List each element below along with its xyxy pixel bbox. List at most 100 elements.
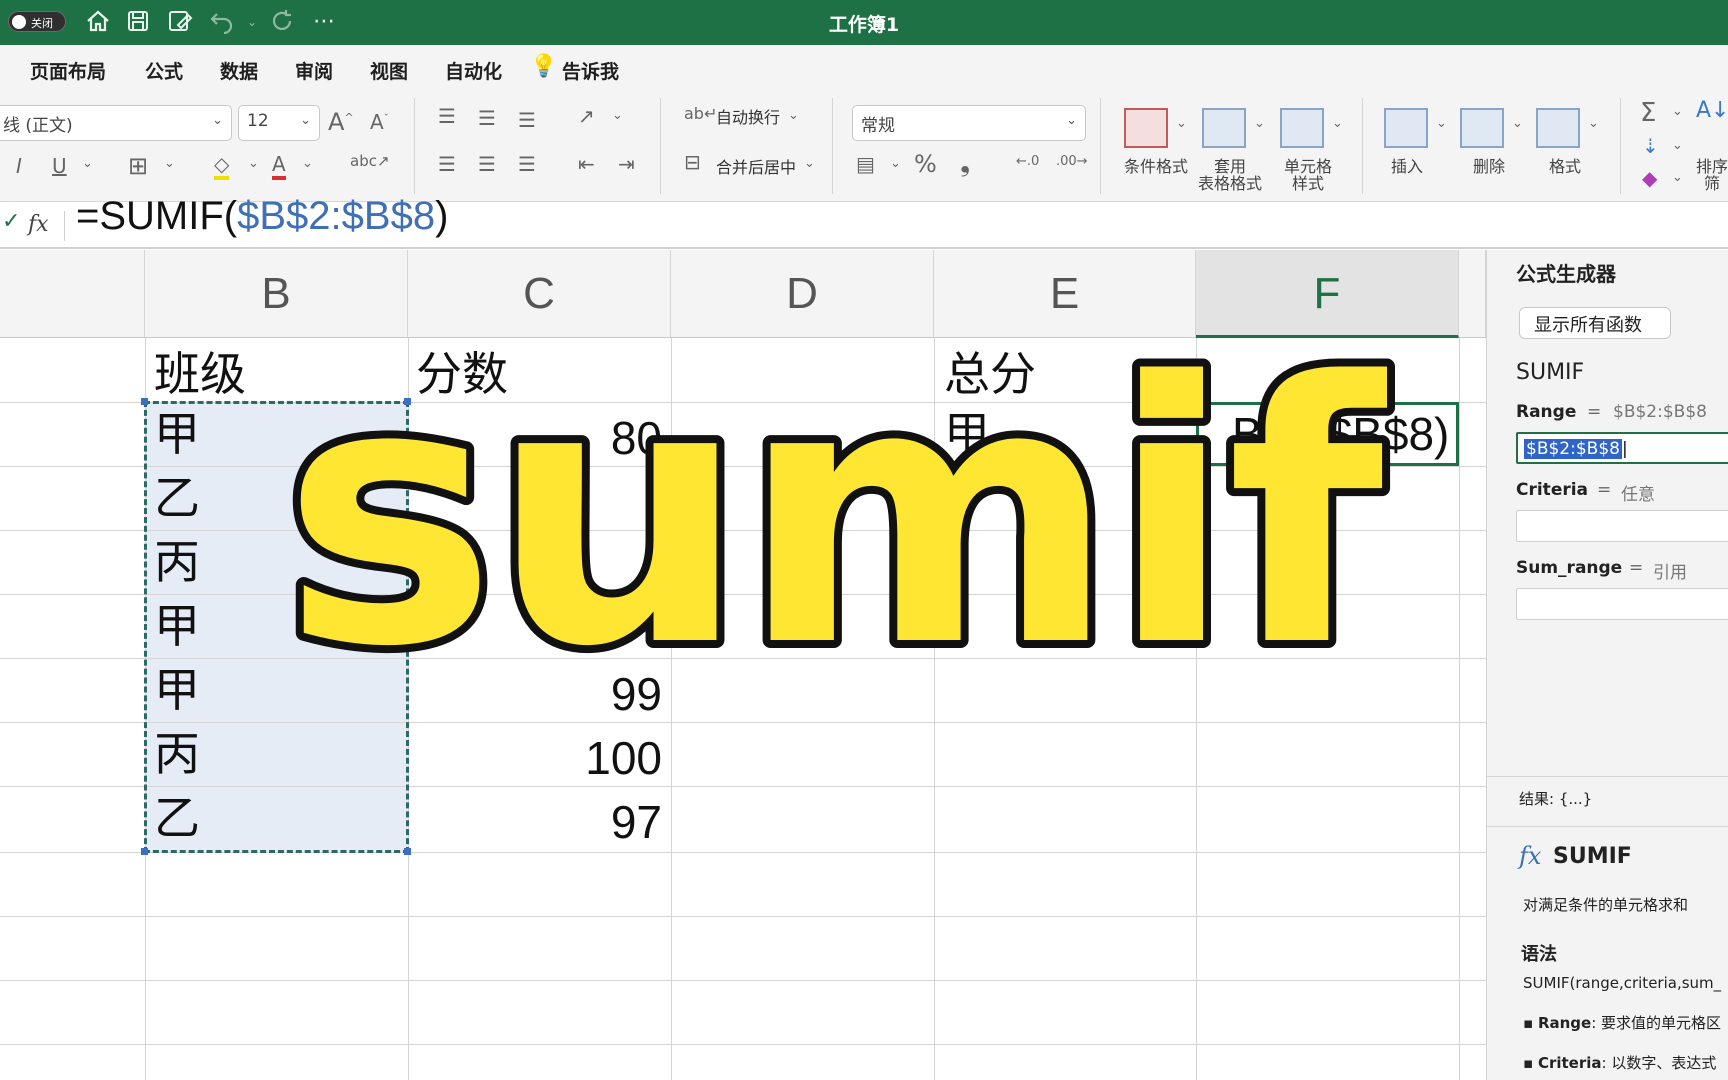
fx-icon[interactable]: fx — [28, 212, 49, 237]
active-cell-f2[interactable] — [1196, 402, 1459, 466]
cell-c6[interactable]: 99 — [410, 662, 662, 726]
insert-button[interactable]: 插入 — [1376, 158, 1438, 175]
chevron-down-icon[interactable]: ⌄ — [804, 156, 815, 171]
align-top-icon[interactable]: ☰ — [438, 104, 456, 128]
percent-icon[interactable]: % — [914, 150, 937, 178]
tab-formulas[interactable]: 公式 — [145, 57, 183, 84]
range-input[interactable]: $B$2:$B$8 | — [1516, 432, 1728, 464]
show-all-functions-button[interactable]: 显示所有函数 — [1519, 307, 1671, 339]
fill-color-icon[interactable]: ◇ — [214, 152, 230, 180]
insert-icon[interactable] — [1384, 108, 1428, 148]
clear-icon[interactable]: ◆ — [1642, 166, 1657, 190]
cell-c3[interactable] — [410, 466, 662, 530]
tab-view[interactable]: 视图 — [370, 57, 408, 84]
cell-style-icon[interactable] — [1280, 108, 1324, 148]
font-name-select[interactable]: 线 (正文) ⌄ — [0, 105, 232, 141]
text-direction-icon[interactable]: abc↗ — [350, 152, 390, 170]
comma-icon[interactable]: ❟ — [960, 148, 970, 179]
format-icon[interactable] — [1536, 108, 1580, 148]
chevron-down-icon[interactable]: ⌄ — [1672, 138, 1683, 153]
table-format-icon[interactable] — [1202, 108, 1246, 148]
selection-handle[interactable] — [141, 398, 148, 405]
delete-icon[interactable] — [1460, 108, 1504, 148]
selection-handle[interactable] — [404, 848, 411, 855]
increase-indent-icon[interactable]: ⇥ — [618, 152, 635, 176]
align-left-icon[interactable]: ☰ — [438, 152, 456, 176]
cell-c5[interactable] — [410, 594, 662, 658]
decrease-indent-icon[interactable]: ⇤ — [578, 152, 595, 176]
chevron-down-icon[interactable]: ⌄ — [1176, 116, 1187, 131]
confirm-icon[interactable]: ✓ — [2, 209, 20, 234]
orientation-icon[interactable]: ↗ — [578, 104, 595, 128]
tab-review[interactable]: 审阅 — [295, 57, 333, 84]
chevron-down-icon[interactable]: ⌄ — [1436, 116, 1447, 131]
chevron-down-icon[interactable]: ⌄ — [1332, 116, 1343, 131]
cell-e2[interactable]: 甲 — [944, 402, 1194, 466]
increase-decimal-icon[interactable]: ←.0 — [1016, 154, 1039, 169]
tab-page-layout[interactable]: 页面布局 — [30, 57, 106, 84]
font-color-icon[interactable]: A — [272, 152, 286, 180]
italic-icon[interactable]: I — [16, 154, 22, 178]
cell-c7[interactable]: 100 — [410, 726, 662, 790]
cell-c2[interactable]: 80 — [410, 406, 662, 470]
currency-icon[interactable]: ▤ — [856, 152, 875, 176]
increase-font-icon[interactable]: A^ — [328, 108, 354, 136]
align-right-icon[interactable]: ☰ — [518, 152, 536, 176]
align-center-icon[interactable]: ☰ — [478, 152, 496, 176]
chevron-down-icon[interactable]: ⌄ — [1672, 104, 1683, 119]
merge-icon[interactable]: ⊟ — [684, 150, 701, 174]
chevron-down-icon[interactable]: ⌄ — [1672, 170, 1683, 185]
chevron-down-icon[interactable]: ⌄ — [164, 156, 175, 171]
underline-icon[interactable]: U — [52, 154, 67, 178]
tell-me-search[interactable]: 告诉我 — [562, 57, 619, 84]
column-header-g[interactable] — [1459, 250, 1486, 338]
cell-c1[interactable]: 分数 — [416, 342, 666, 406]
worksheet-grid[interactable]: A B C D E F 班级 分数 总分 甲 80 甲 B$2:$B$8) — [0, 250, 1486, 1080]
cell-e1[interactable]: 总分 — [944, 342, 1194, 406]
chevron-down-icon[interactable]: ⌄ — [1254, 116, 1265, 131]
chevron-down-icon[interactable]: ⌄ — [1512, 116, 1523, 131]
number-format-select[interactable]: 常规 ⌄ — [852, 105, 1086, 141]
font-size-select[interactable]: 12 ⌄ — [238, 105, 320, 141]
tab-data[interactable]: 数据 — [220, 57, 258, 84]
column-header-c[interactable]: C — [408, 250, 671, 338]
sort-filter-icon[interactable]: A↓ — [1696, 98, 1728, 123]
chevron-down-icon[interactable]: ⌄ — [612, 108, 623, 123]
autosum-icon[interactable]: Σ — [1640, 98, 1656, 128]
cell-b1[interactable]: 班级 — [154, 342, 404, 406]
criteria-input[interactable] — [1516, 510, 1728, 542]
align-bottom-icon[interactable]: ☰ — [518, 108, 536, 132]
tab-automate[interactable]: 自动化 — [445, 57, 502, 84]
delete-button[interactable]: 删除 — [1458, 158, 1520, 175]
column-header-e[interactable]: E — [934, 250, 1196, 338]
conditional-format-button[interactable]: 条件格式 — [1120, 158, 1192, 175]
fill-down-icon[interactable]: ⇣ — [1642, 134, 1659, 158]
chevron-down-icon[interactable]: ⌄ — [248, 156, 259, 171]
cell-c4[interactable] — [410, 530, 662, 594]
chevron-down-icon[interactable]: ⌄ — [82, 156, 93, 171]
cell-c8[interactable]: 97 — [410, 790, 662, 854]
sum-range-input[interactable] — [1516, 588, 1728, 620]
merge-center-button[interactable]: 合并后居中 — [716, 154, 796, 178]
table-format-button[interactable]: 套用 表格格式 — [1194, 158, 1266, 192]
conditional-format-icon[interactable] — [1124, 108, 1168, 148]
selection-handle[interactable] — [141, 848, 148, 855]
align-middle-icon[interactable]: ☰ — [478, 106, 496, 130]
column-header-b[interactable]: B — [145, 250, 408, 338]
wrap-text-icon[interactable]: ab↵ — [684, 104, 717, 123]
selection-handle[interactable] — [404, 398, 411, 405]
decrease-decimal-icon[interactable]: .00→ — [1056, 154, 1088, 169]
sort-filter-button[interactable]: 排序 筛 — [1690, 158, 1728, 192]
format-button[interactable]: 格式 — [1534, 158, 1596, 175]
chevron-down-icon[interactable]: ⌄ — [302, 156, 313, 171]
cell-style-button[interactable]: 单元格 样式 — [1272, 158, 1344, 192]
chevron-down-icon[interactable]: ⌄ — [788, 108, 799, 123]
chevron-down-icon[interactable]: ⌄ — [890, 156, 901, 171]
borders-icon[interactable]: ⊞ — [128, 152, 148, 180]
wrap-text-button[interactable]: 自动换行 — [716, 104, 780, 128]
column-header-f[interactable]: F — [1196, 250, 1459, 338]
formula-input[interactable]: =SUMIF($B$2:$B$8) — [76, 194, 448, 239]
column-header-a[interactable]: A — [0, 250, 145, 338]
decrease-font-icon[interactable]: Aˇ — [370, 110, 389, 134]
chevron-down-icon[interactable]: ⌄ — [1588, 116, 1599, 131]
